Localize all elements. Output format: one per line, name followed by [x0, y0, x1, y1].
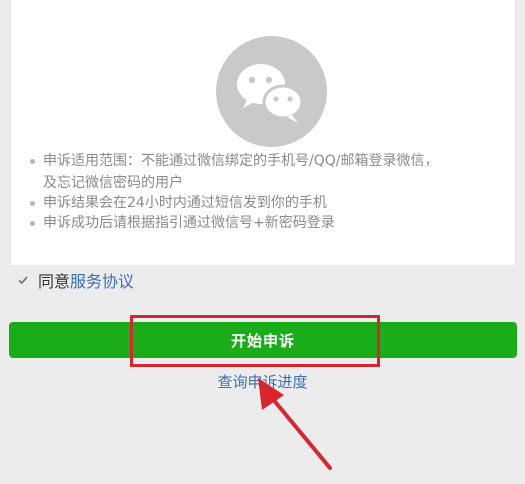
note-item: 申诉适用范围：不能通过微信绑定的手机号/QQ/邮箱登录微信，	[30, 150, 510, 173]
appeal-notes: 申诉适用范围：不能通过微信绑定的手机号/QQ/邮箱登录微信， 及忘记微信密码的用…	[30, 150, 510, 233]
agree-checkbox[interactable]	[16, 273, 30, 287]
agree-label: 同意	[38, 272, 71, 291]
wechat-logo-icon	[216, 36, 327, 147]
info-card: 申诉适用范围：不能通过微信绑定的手机号/QQ/邮箱登录微信， 及忘记微信密码的用…	[10, 0, 516, 265]
note-item: 申诉成功后请根据指引通过微信号+新密码登录	[30, 213, 510, 233]
agreement-row: 同意 服务协议	[16, 267, 134, 293]
note-continuation: 及忘记微信密码的用户	[43, 175, 183, 191]
note-text: 申诉结果会在24小时内通过短信发到你的手机	[43, 195, 327, 211]
bullet-icon	[30, 201, 35, 206]
bullet-icon	[30, 159, 35, 164]
appeal-screen: 申诉适用范围：不能通过微信绑定的手机号/QQ/邮箱登录微信， 及忘记微信密码的用…	[0, 0, 525, 484]
query-appeal-progress-link[interactable]: 查询申诉进度	[0, 371, 525, 395]
checkmark-icon	[18, 276, 28, 285]
bullet-icon	[30, 221, 35, 226]
service-agreement-link[interactable]: 服务协议	[70, 268, 134, 292]
start-appeal-button[interactable]: 开始申诉	[9, 322, 517, 358]
note-text: 申诉适用范围：不能通过微信绑定的手机号/QQ/邮箱登录微信，	[43, 153, 439, 169]
note-text: 申诉成功后请根据指引通过微信号+新密码登录	[43, 215, 335, 231]
note-item: 申诉结果会在24小时内通过短信发到你的手机	[30, 193, 510, 213]
